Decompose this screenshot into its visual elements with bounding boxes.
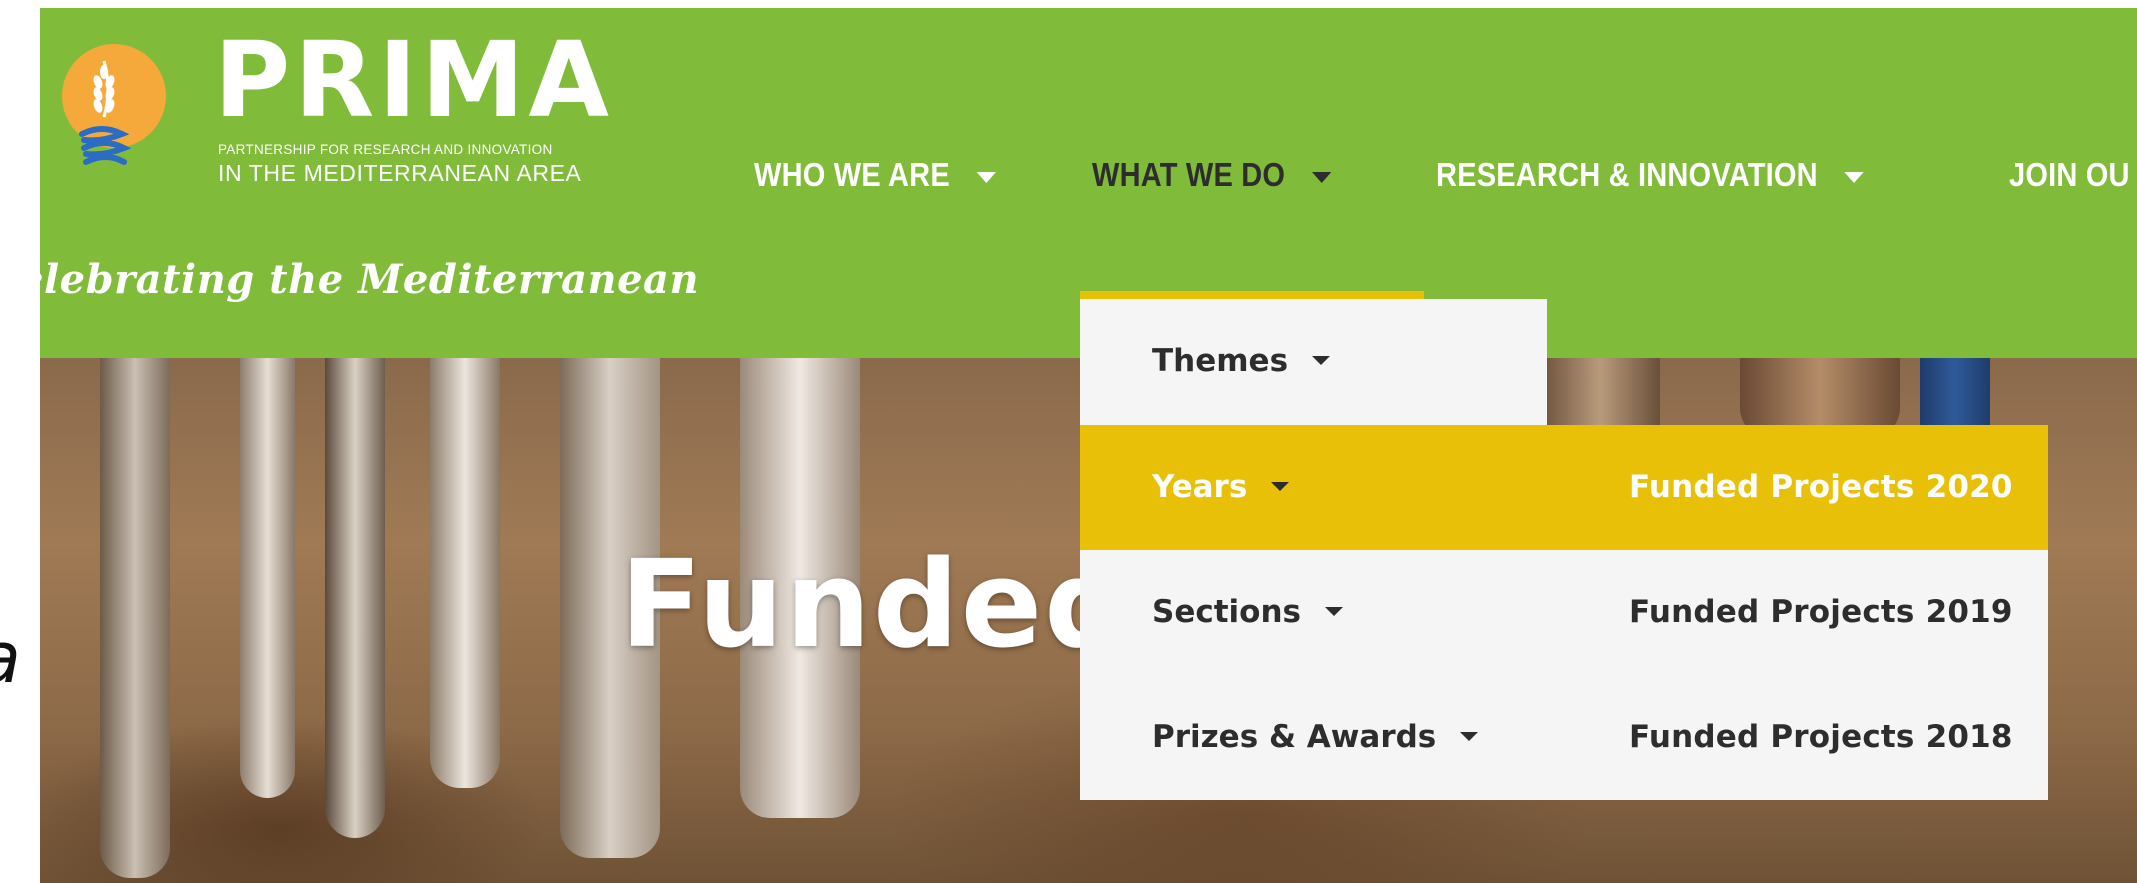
- nav-who-we-are[interactable]: WHO WE ARE: [754, 156, 996, 194]
- dropdown-item-label: Themes: [1152, 343, 1289, 379]
- nav-what-we-do[interactable]: WHAT WE DO: [1092, 156, 1331, 194]
- hero-photo-detail: [100, 358, 170, 878]
- caret-down-icon: [1460, 732, 1479, 741]
- caret-down-icon: [976, 171, 996, 183]
- submenu-item-2019[interactable]: Funded Projects 2019: [1629, 550, 2013, 675]
- nav-label: RESEARCH & INNOVATION: [1436, 156, 1818, 193]
- tagline: elebrating the Mediterranean: [40, 256, 700, 303]
- dropdown-item-label: Prizes & Awards: [1152, 719, 1437, 755]
- caret-down-icon: [1325, 607, 1343, 616]
- page-frame: PRIMA PARTNERSHIP FOR RESEARCH AND INNOV…: [40, 8, 2137, 883]
- dropdown-item-prizes-awards[interactable]: Prizes & Awards Funded Projects 2018: [1080, 675, 2048, 800]
- nav-label: WHAT WE DO: [1092, 156, 1286, 193]
- hero-photo-detail: [240, 358, 295, 798]
- caret-down-icon: [1311, 171, 1331, 183]
- hero-photo-detail: [430, 358, 500, 788]
- caret-down-icon: [1844, 171, 1864, 183]
- cropped-text-glyph: a: [0, 618, 40, 698]
- logo-subtitle-line1: PARTNERSHIP FOR RESEARCH AND INNOVATION: [218, 142, 553, 157]
- nav-research-innovation[interactable]: RESEARCH & INNOVATION: [1436, 156, 1864, 194]
- submenu-item-2018[interactable]: Funded Projects 2018: [1629, 675, 2013, 800]
- dropdown-item-label: Years: [1152, 469, 1248, 505]
- nav-join-us[interactable]: JOIN OU: [2009, 156, 2130, 194]
- logo-wordmark: PRIMA: [214, 19, 613, 141]
- caret-down-icon: [1312, 356, 1331, 365]
- caret-down-icon: [1271, 482, 1290, 491]
- hero-photo-detail: [325, 358, 385, 838]
- dropdown-item-years[interactable]: Years Funded Projects 2020: [1080, 425, 2048, 550]
- dropdown-item-label: Sections: [1152, 594, 1301, 630]
- logo-subtitle-line2: IN THE MEDITERRANEAN AREA: [218, 160, 582, 186]
- dropdown-item-themes[interactable]: Themes: [1080, 299, 1547, 424]
- nav-label: WHO WE ARE: [754, 156, 950, 193]
- dropdown-item-sections[interactable]: Sections Funded Projects 2019: [1080, 550, 2048, 675]
- wheat-sun-icon: [62, 44, 166, 165]
- site-logo[interactable]: PRIMA PARTNERSHIP FOR RESEARCH AND INNOV…: [52, 20, 632, 206]
- nav-label: JOIN OU: [2009, 156, 2130, 193]
- dropdown-active-indicator: [1080, 291, 1424, 299]
- submenu-item-2020[interactable]: Funded Projects 2020: [1629, 425, 2013, 550]
